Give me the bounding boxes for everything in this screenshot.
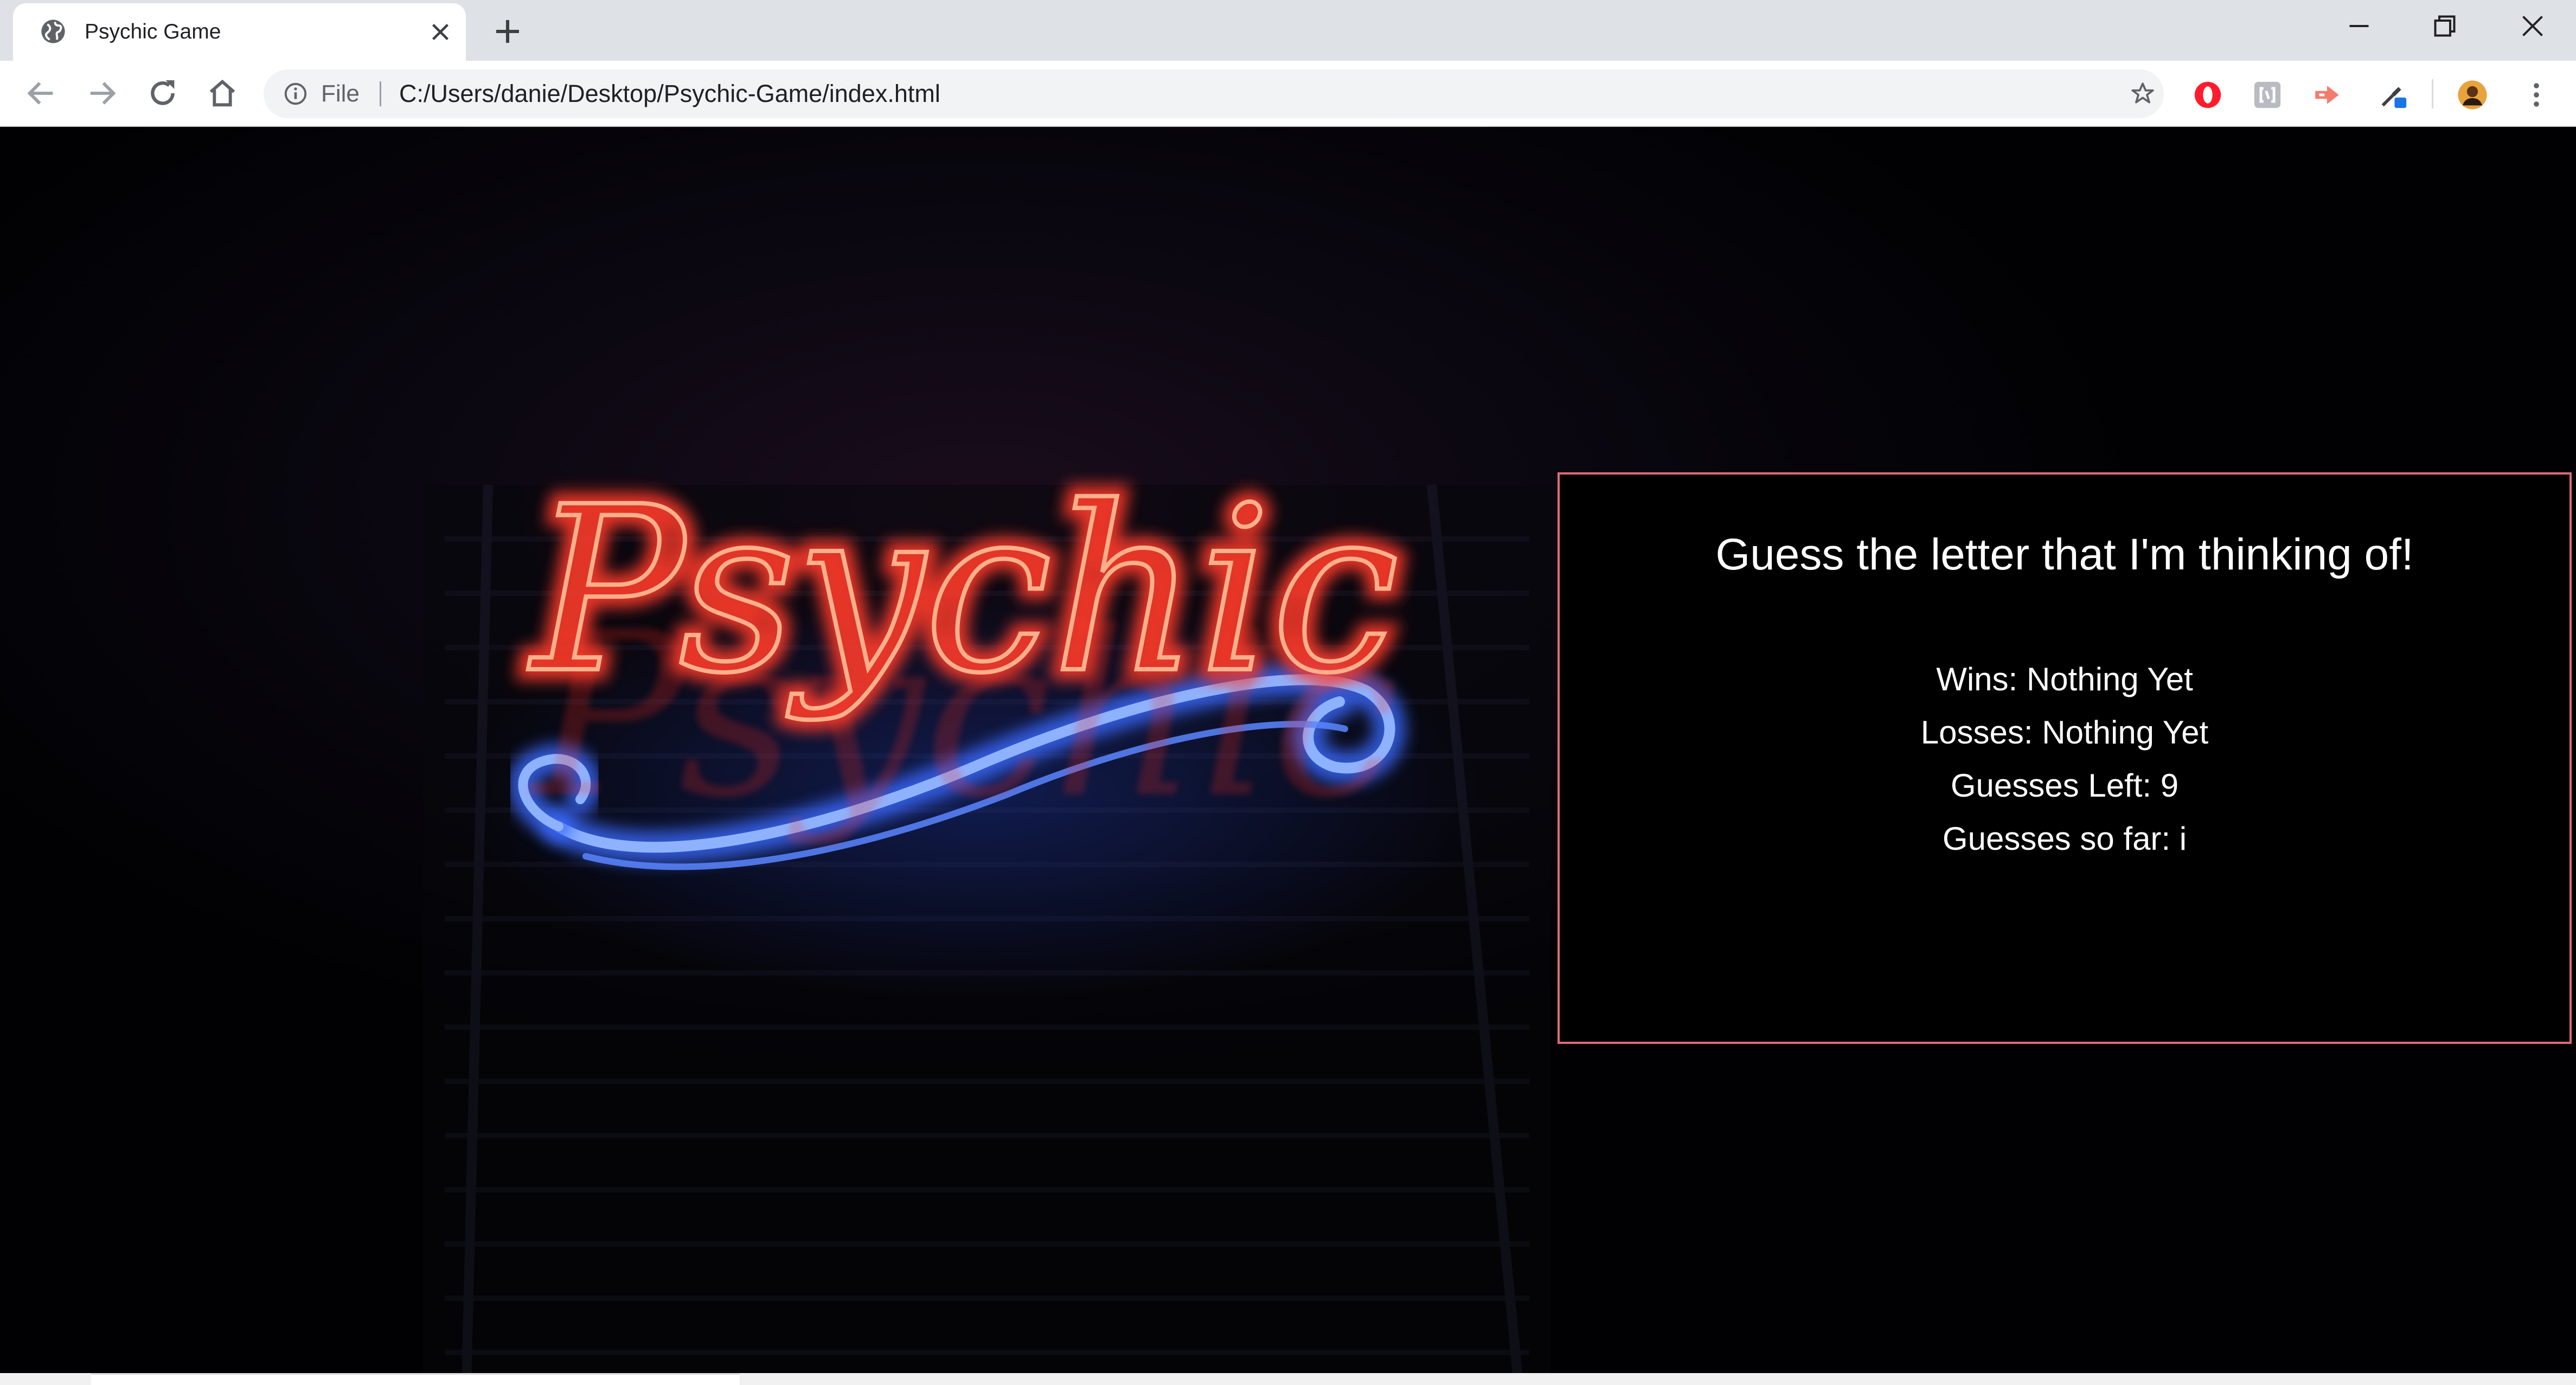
browser-toolbar: File C:/Users/danie/Desktop/Psychic-Game…	[0, 61, 2576, 127]
opera-icon[interactable]	[2192, 79, 2223, 111]
url-text[interactable]: C:/Users/danie/Desktop/Psychic-Game/inde…	[399, 69, 940, 118]
minimize-icon[interactable]	[2343, 10, 2375, 42]
tab-psychic-game[interactable]: Psychic Game	[13, 3, 466, 61]
share-arrow-icon[interactable]	[2311, 79, 2343, 111]
close-icon[interactable]	[428, 20, 453, 44]
plus-icon[interactable]	[492, 16, 523, 47]
info-icon[interactable]	[283, 81, 308, 106]
wins-counter: Wins: Nothing Yet	[1936, 661, 2193, 697]
game-title: Guess the letter that I'm thinking of!	[1715, 530, 2414, 579]
restore-icon[interactable]	[2428, 10, 2461, 42]
horizontal-scrollbar[interactable]	[0, 1373, 2576, 1385]
tab-strip: Psychic Game	[0, 0, 2576, 61]
avatar[interactable]	[2457, 79, 2488, 111]
tab-title: Psychic Game	[85, 20, 221, 43]
toolbar-separator	[2432, 79, 2433, 108]
globe-icon	[41, 20, 65, 43]
star-icon[interactable]	[2129, 80, 2156, 107]
bracket-icon[interactable]	[2252, 79, 2283, 111]
address-bar[interactable]: File C:/Users/danie/Desktop/Psychic-Game…	[264, 69, 2164, 118]
guesses-left-counter: Guesses Left: 9	[1950, 767, 2179, 804]
omnibox-divider	[380, 81, 381, 106]
losses-counter: Losses: Nothing Yet	[1920, 714, 2209, 751]
home-icon[interactable]	[205, 76, 240, 111]
reload-icon[interactable]	[145, 76, 180, 111]
kebab-menu-icon[interactable]	[2521, 79, 2552, 111]
guesses-so-far: Guesses so far: i	[1942, 820, 2187, 857]
page-viewport: Psychic Psychic Psychic Guess the letter…	[0, 127, 2576, 1385]
neon-word: Psychic Psychic Psychic	[517, 447, 1410, 848]
scheme-label: File	[321, 80, 360, 107]
game-panel: Guess the letter that I'm thinking of! W…	[1558, 472, 2572, 1044]
close-icon[interactable]	[2516, 10, 2549, 42]
arrow-left-icon[interactable]	[24, 76, 59, 111]
eyedropper-icon[interactable]	[2378, 79, 2409, 111]
scrollbar-thumb[interactable]	[91, 1373, 740, 1385]
svg-text:Psychic: Psychic	[528, 458, 1399, 723]
arrow-right-icon[interactable]	[85, 76, 119, 111]
